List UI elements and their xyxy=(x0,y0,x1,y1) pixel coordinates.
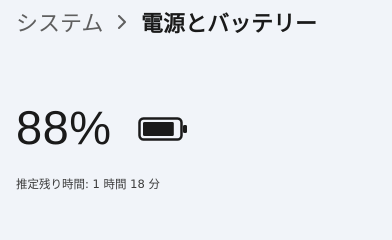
page-title: 電源とバッテリー xyxy=(141,12,318,37)
battery-percentage: 88% xyxy=(16,101,112,154)
estimated-time-remaining: 推定残り時間: 1 時間 18 分 xyxy=(16,176,160,192)
battery-icon xyxy=(137,117,188,141)
chevron-right-icon xyxy=(117,15,127,29)
remaining-value: 1 時間 18 分 xyxy=(92,177,160,191)
remaining-label: 推定残り時間: xyxy=(16,177,89,191)
battery-fill xyxy=(142,122,174,136)
breadcrumb-system-link[interactable]: システム xyxy=(16,6,103,38)
breadcrumb: システム 電源とバッテリー xyxy=(16,4,317,40)
battery-status: 88% xyxy=(16,100,188,156)
